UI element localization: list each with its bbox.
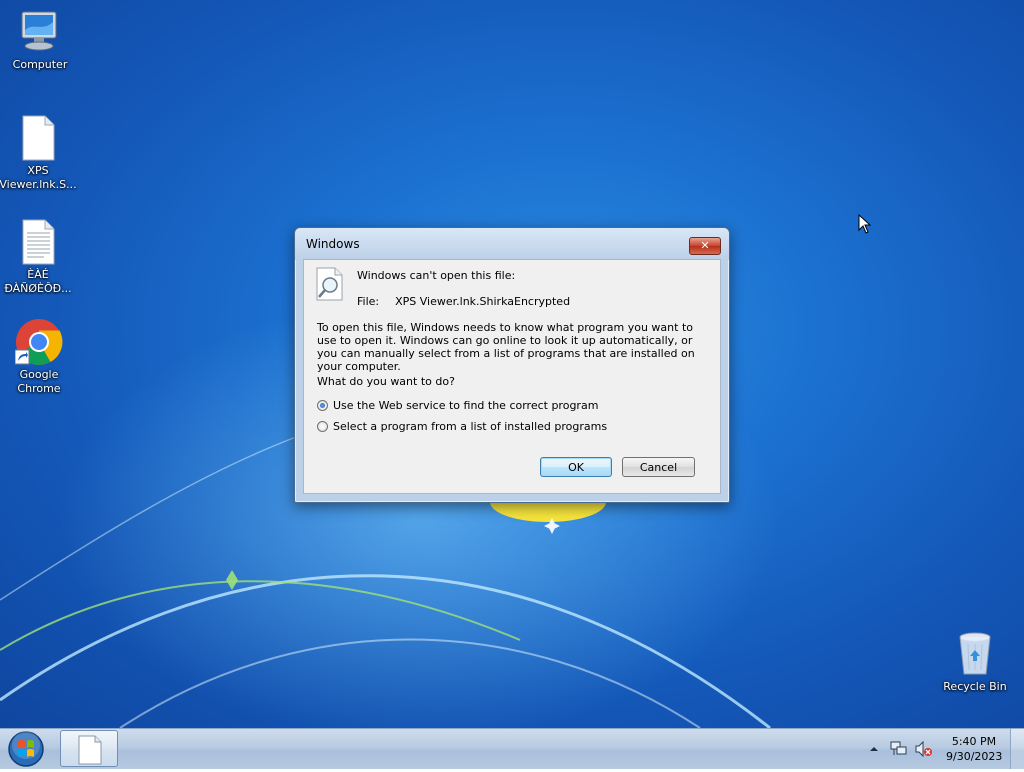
dialog-message: Windows can't open this file: — [357, 269, 516, 282]
ok-button[interactable]: OK — [540, 457, 612, 477]
desktop-icon-label: Google Chrome — [17, 368, 61, 395]
clock-date: 9/30/2023 — [946, 750, 1003, 763]
desktop-icon-computer[interactable]: Computer — [0, 8, 80, 72]
desktop-icon-label: ÈÀÉ ÐÀÑØÈÔÐ... — [4, 268, 72, 295]
show-desktop-button[interactable] — [1010, 729, 1024, 769]
desktop-icon-label: Recycle Bin — [943, 680, 1007, 693]
option-web-service[interactable]: Use the Web service to find the correct … — [317, 399, 598, 412]
desktop-icon-label: XPS Viewer.lnk.S... — [0, 164, 77, 191]
blank-file-icon — [14, 114, 62, 162]
dialog-body: Windows can't open this file: File: XPS V… — [303, 259, 721, 494]
chrome-icon — [14, 318, 63, 366]
desktop-icon-label: Computer — [12, 58, 68, 71]
radio-select-program[interactable] — [317, 421, 328, 432]
option-label: Select a program from a list of installe… — [333, 420, 608, 433]
close-icon: ✕ — [700, 239, 710, 252]
taskbar-button-file[interactable] — [60, 730, 118, 767]
computer-icon — [16, 8, 64, 56]
desktop-icon-google-chrome[interactable]: Google Chrome — [0, 318, 79, 396]
start-button[interactable] — [6, 729, 46, 769]
mouse-cursor-icon — [858, 214, 872, 234]
clock-time: 5:40 PM — [951, 735, 997, 748]
cancel-button[interactable]: Cancel — [622, 457, 695, 477]
system-clock[interactable]: 5:40 PM 9/30/2023 — [946, 734, 1002, 764]
dialog-question: What do you want to do? — [317, 375, 455, 388]
windows-logo-icon — [8, 731, 44, 767]
search-file-icon — [315, 267, 345, 301]
option-label: Use the Web service to find the correct … — [333, 399, 599, 412]
taskbar: 5:40 PM 9/30/2023 — [0, 728, 1024, 769]
file-name: XPS Viewer.lnk.ShirkaEncrypted — [395, 295, 571, 308]
file-row: File: XPS Viewer.lnk.ShirkaEncrypted — [357, 295, 570, 308]
option-select-program[interactable]: Select a program from a list of installe… — [317, 420, 607, 433]
dialog-titlebar[interactable]: Windows ✕ — [295, 228, 729, 260]
close-button[interactable]: ✕ — [689, 237, 721, 255]
desktop-icon-xps-viewer[interactable]: XPS Viewer.lnk.S... — [0, 114, 78, 192]
text-file-icon — [14, 218, 62, 266]
open-with-dialog: Windows ✕ Windows can't open this file: … — [294, 227, 730, 503]
radio-web-service[interactable] — [317, 400, 328, 411]
desktop-icon-text-file[interactable]: ÈÀÉ ÐÀÑØÈÔÐ... — [0, 218, 78, 296]
recycle-bin-icon — [951, 630, 999, 678]
desktop-icon-recycle-bin[interactable]: Recycle Bin — [935, 630, 1015, 694]
volume-muted-icon[interactable] — [915, 741, 933, 757]
show-hidden-icons-arrow[interactable] — [869, 745, 879, 753]
file-label: File: — [357, 295, 380, 308]
dialog-explanation: To open this file, Windows needs to know… — [317, 321, 695, 373]
blank-file-icon — [78, 735, 102, 765]
network-icon[interactable] — [890, 741, 908, 757]
dialog-title: Windows — [306, 237, 360, 251]
